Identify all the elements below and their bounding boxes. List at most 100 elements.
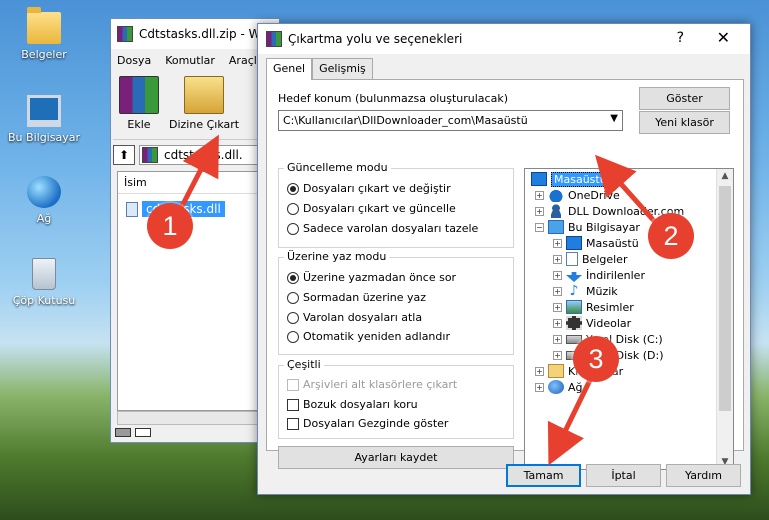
expand-icon[interactable]: + xyxy=(553,270,562,280)
tree-item-label: Masaüstü xyxy=(586,236,639,250)
network-icon xyxy=(548,380,564,394)
help-icon[interactable]: ? xyxy=(677,30,684,46)
ok-button[interactable]: Tamam xyxy=(506,464,581,487)
show-button[interactable]: Göster xyxy=(639,87,730,110)
up-folder-icon[interactable]: ⬆ xyxy=(113,144,135,165)
radio-fresh-existing[interactable]: Sadece varolan dosyaları tazele xyxy=(287,222,478,235)
pictures-icon xyxy=(566,300,582,314)
winrar-window: Cdtstasks.dll.zip - W Dosya Komutlar Ara… xyxy=(110,18,280,443)
column-header-name[interactable]: İsim xyxy=(118,172,278,194)
desktop-icon xyxy=(566,236,582,250)
checkbox-show-in-explorer[interactable]: Dosyaları Gezginde göster xyxy=(287,417,448,430)
radio-button[interactable] xyxy=(287,202,299,215)
folder-tree[interactable]: Masaüstü + OneDrive + DLL Downloader.com… xyxy=(524,168,734,470)
tree-item-label: Videolar xyxy=(586,316,632,330)
music-icon: ♪ xyxy=(569,283,579,299)
tree-item-desktop-root[interactable]: Masaüstü xyxy=(531,171,610,187)
add-button[interactable]: Ekle xyxy=(119,76,159,131)
desktop-icon-label: Belgeler xyxy=(21,48,67,61)
extract-dialog: Çıkartma yolu ve seçenekleri ? ✕ Genel G… xyxy=(257,23,751,495)
expand-icon[interactable]: + xyxy=(535,366,544,376)
destination-path-combobox[interactable]: C:\Kullanıcılar\DllDownloader_com\Masaüs… xyxy=(278,110,623,131)
radio-label: Sormadan üzerine yaz xyxy=(303,291,427,304)
radio-button[interactable] xyxy=(287,182,299,195)
expand-icon[interactable]: + xyxy=(553,334,562,344)
tree-item-videos[interactable]: + Videolar xyxy=(553,315,631,331)
misc-title: Çeşitli xyxy=(284,358,324,371)
tab-advanced[interactable]: Gelişmiş xyxy=(312,58,373,79)
cancel-button[interactable]: İptal xyxy=(586,464,661,487)
save-settings-button[interactable]: Ayarları kaydet xyxy=(278,446,514,469)
folder-icon xyxy=(27,7,61,44)
expand-icon[interactable]: + xyxy=(553,286,562,296)
step-badge-3: 3 xyxy=(573,336,619,382)
checkbox-label: Dosyaları Gezginde göster xyxy=(303,417,449,430)
radio-extract-replace[interactable]: Dosyaları çıkart ve değiştir xyxy=(287,182,451,195)
radio-button[interactable] xyxy=(287,330,299,343)
tree-item-documents[interactable]: + Belgeler xyxy=(553,251,627,267)
checkbox-keep-broken[interactable]: Bozuk dosyaları koru xyxy=(287,398,418,411)
tree-item-this-pc[interactable]: − Bu Bilgisayar xyxy=(535,219,640,235)
desktop-icon-documents[interactable]: Belgeler xyxy=(4,7,84,61)
radio-extract-update[interactable]: Dosyaları çıkart ve güncelle xyxy=(287,202,456,215)
tree-item-downloads[interactable]: + İndirilenler xyxy=(553,267,645,283)
dialog-title: Çıkartma yolu ve seçenekleri xyxy=(288,32,463,46)
tree-item-music[interactable]: + ♪ Müzik xyxy=(553,283,618,299)
tree-item-onedrive[interactable]: + OneDrive xyxy=(535,187,620,203)
new-folder-button[interactable]: Yeni klasör xyxy=(639,111,730,134)
expand-icon[interactable]: + xyxy=(535,206,544,216)
radio-ask-before-overwrite[interactable]: Üzerine yazmadan önce sor xyxy=(287,271,456,284)
radio-button[interactable] xyxy=(287,222,299,235)
dll-file-icon xyxy=(126,201,138,217)
dialog-titlebar[interactable]: Çıkartma yolu ve seçenekleri ? ✕ xyxy=(258,24,750,54)
desktop-icon-recycle-bin[interactable]: Çöp Kutusu xyxy=(4,258,84,307)
help-button[interactable]: Yardım xyxy=(666,464,741,487)
tree-item-label: Belgeler xyxy=(582,252,628,266)
tab-general[interactable]: Genel xyxy=(266,58,313,80)
winrar-titlebar[interactable]: Cdtstasks.dll.zip - W xyxy=(111,19,279,49)
checkbox[interactable] xyxy=(287,378,299,391)
extract-folder-icon xyxy=(184,76,225,114)
radio-button[interactable] xyxy=(287,311,299,324)
destination-label: Hedef konum (bulunmazsa oluşturulacak) xyxy=(278,92,508,105)
tree-item-pictures[interactable]: + Resimler xyxy=(553,299,634,315)
tree-vertical-scrollbar[interactable]: ▲ ▼ xyxy=(716,169,733,469)
radio-rename-automatically[interactable]: Otomatik yeniden adlandır xyxy=(287,330,450,343)
tree-item-network[interactable]: + Ağ xyxy=(535,379,583,395)
desktop-icon-label: Bu Bilgisayar xyxy=(8,131,80,144)
checkbox[interactable] xyxy=(287,398,299,411)
menu-file[interactable]: Dosya xyxy=(117,54,151,67)
expand-icon[interactable]: + xyxy=(553,350,562,360)
chevron-down-icon[interactable]: ▼ xyxy=(610,113,618,124)
scroll-up-icon[interactable]: ▲ xyxy=(717,171,733,181)
checkbox-extract-subfolders[interactable]: Arşivleri alt klasörlere çıkart xyxy=(287,378,457,391)
misc-group: Çeşitli Arşivleri alt klasörlere çıkart … xyxy=(278,358,514,439)
radio-button[interactable] xyxy=(287,291,299,304)
radio-skip-existing[interactable]: Varolan dosyaları atla xyxy=(287,311,422,324)
winrar-addressbar: ⬆ cdtstasks.dll. xyxy=(113,139,277,167)
collapse-icon[interactable]: − xyxy=(535,222,544,232)
expand-icon[interactable]: + xyxy=(553,302,562,312)
menu-commands[interactable]: Komutlar xyxy=(165,54,215,67)
expand-icon[interactable]: + xyxy=(535,382,544,392)
expand-icon[interactable]: + xyxy=(535,190,544,200)
desktop-icon-this-pc[interactable]: Bu Bilgisayar xyxy=(4,95,84,144)
winrar-icon xyxy=(117,26,133,42)
radio-overwrite-without-prompt[interactable]: Sormadan üzerine yaz xyxy=(287,291,426,304)
radio-button[interactable] xyxy=(287,271,299,284)
onedrive-icon xyxy=(548,188,564,202)
radio-label: Üzerine yazmadan önce sor xyxy=(303,271,457,284)
expand-icon[interactable]: + xyxy=(553,254,562,264)
expand-icon[interactable]: + xyxy=(553,318,562,328)
address-text: cdtstasks.dll. xyxy=(164,147,243,162)
scrollbar-thumb[interactable] xyxy=(719,186,731,411)
overwrite-mode-group: Üzerine yaz modu Üzerine yazmadan önce s… xyxy=(278,250,514,355)
horizontal-scrollbar[interactable] xyxy=(117,411,279,425)
desktop-icon-network[interactable]: Ağ xyxy=(4,176,84,225)
tree-item-desktop[interactable]: + Masaüstü xyxy=(553,235,639,251)
checkbox[interactable] xyxy=(287,417,299,430)
tree-item-label: Resimler xyxy=(586,300,634,314)
extract-to-button[interactable]: Dizine Çıkart xyxy=(169,76,239,131)
close-icon[interactable]: ✕ xyxy=(717,28,730,47)
expand-icon[interactable]: + xyxy=(553,238,562,248)
